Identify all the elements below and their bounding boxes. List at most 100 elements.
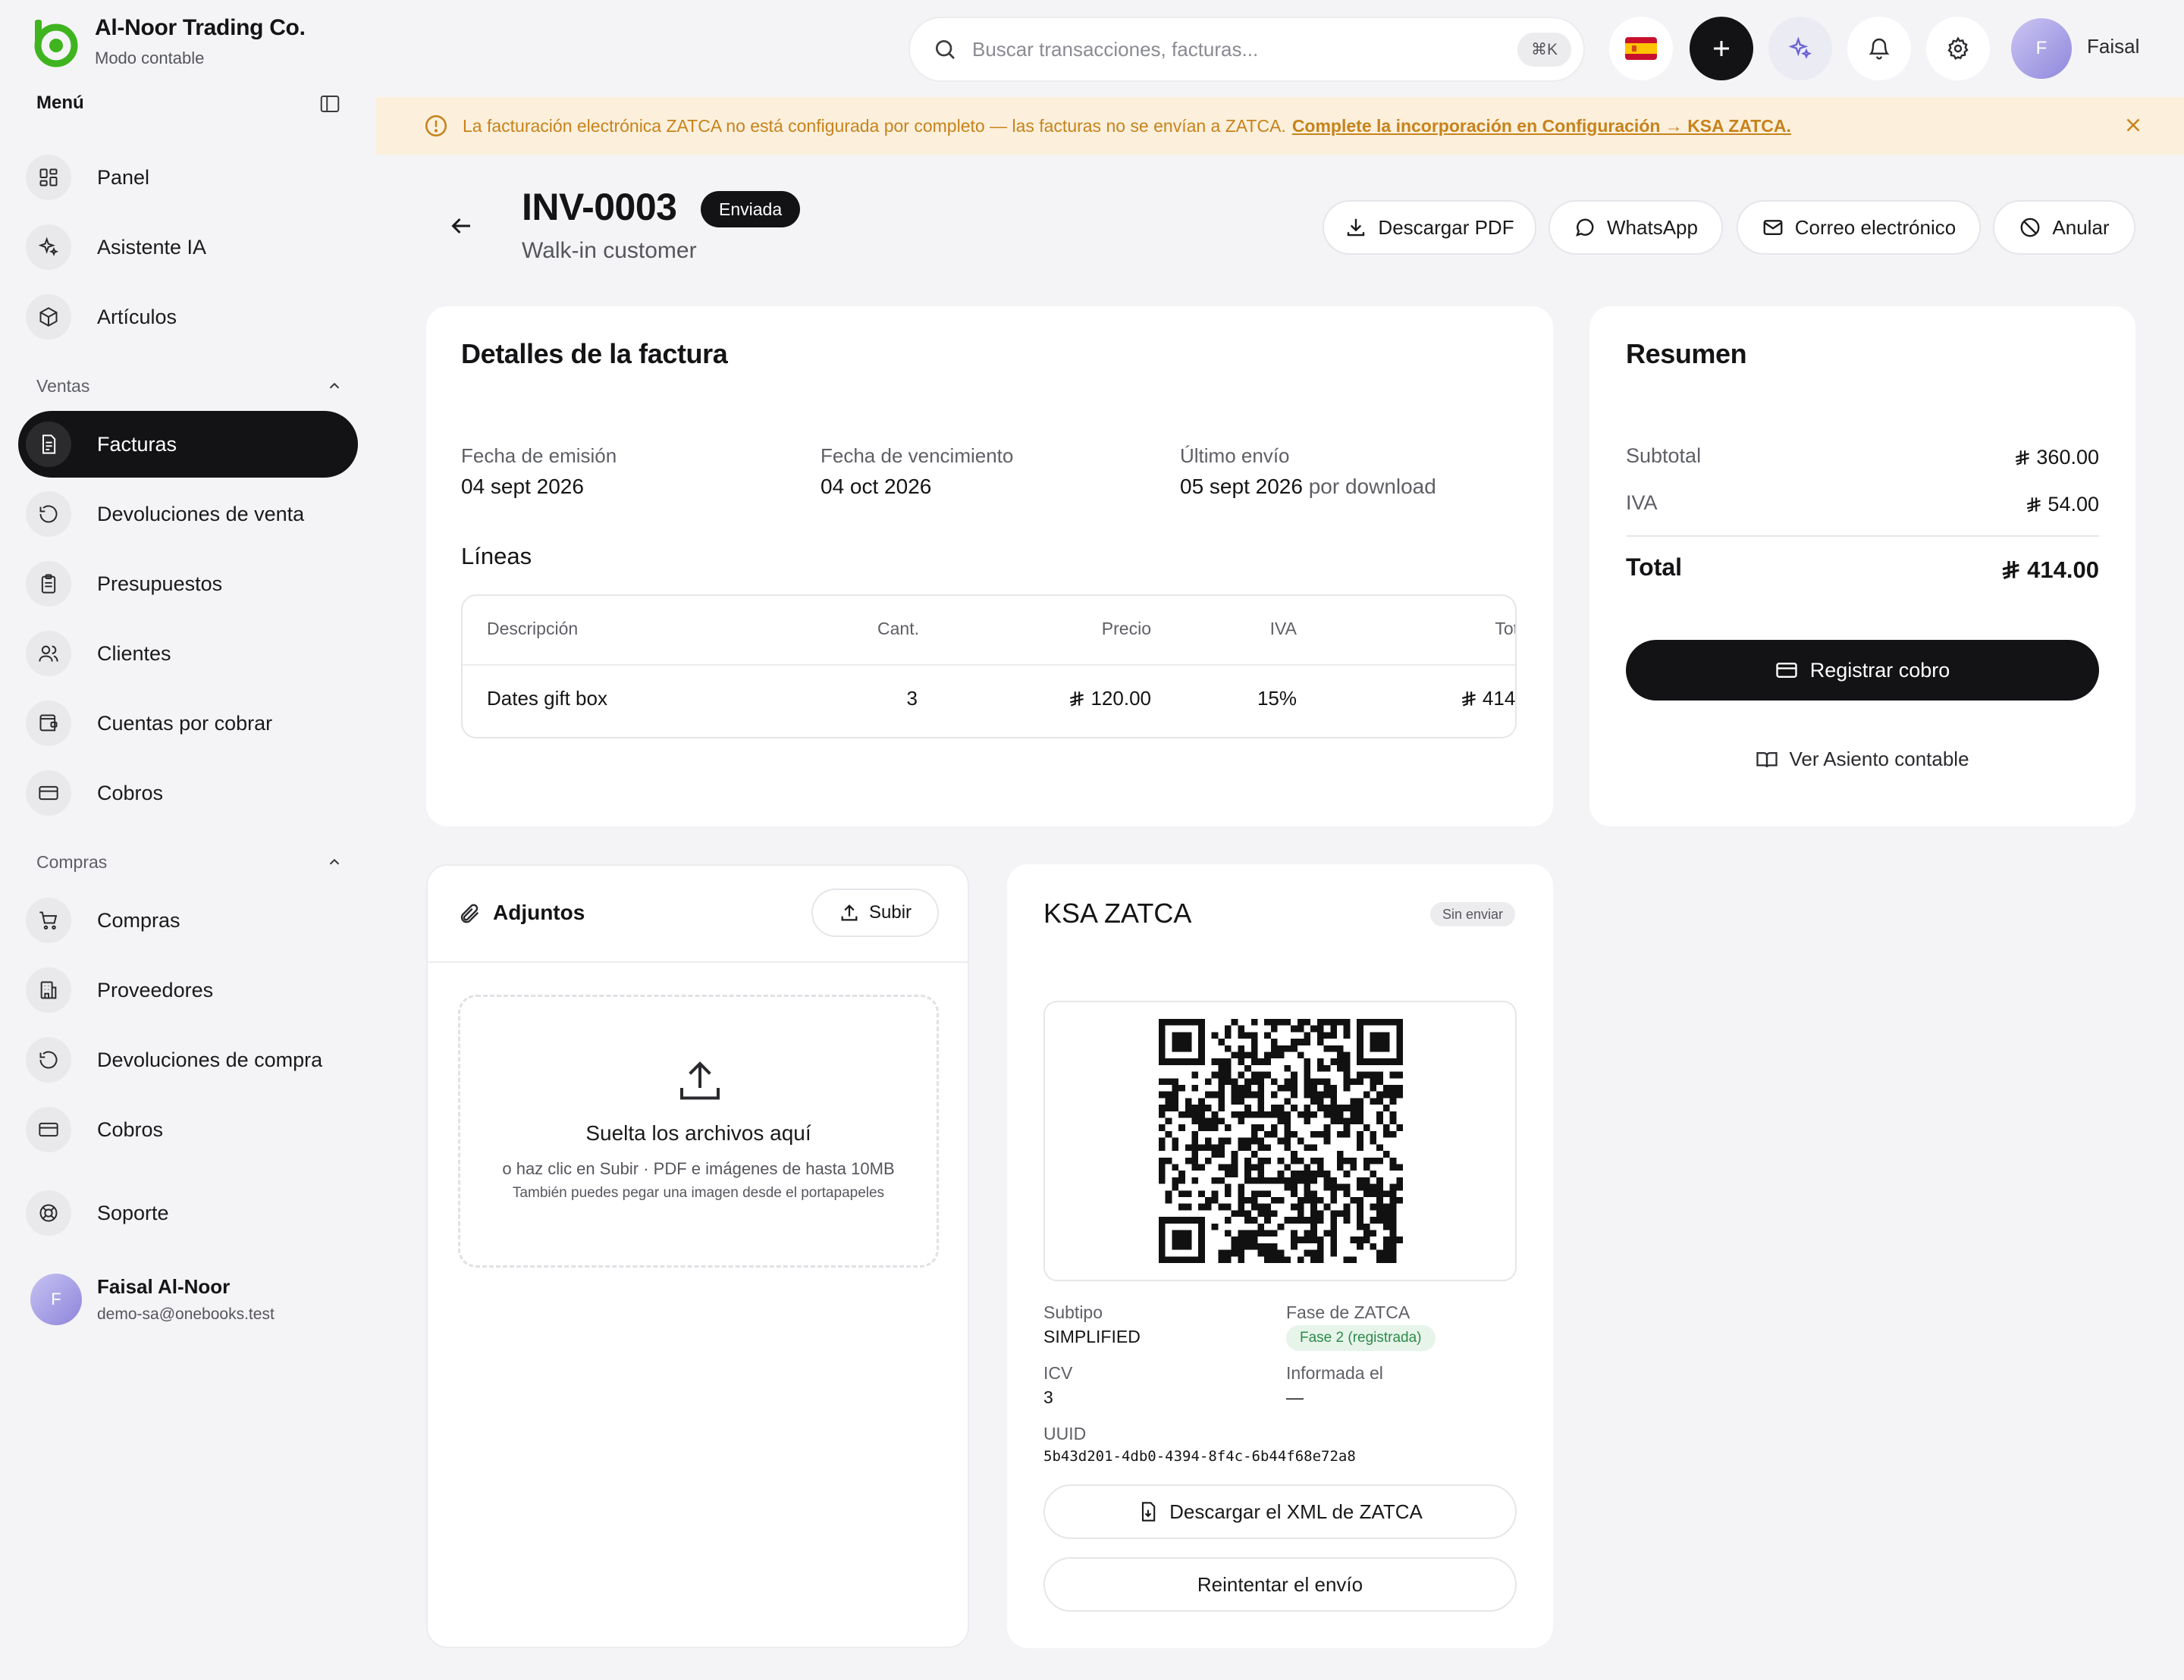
riyal-icon [2016, 450, 2030, 465]
sidebar-item-receivables[interactable]: Cuentas por cobrar [18, 690, 358, 757]
total-label: Total [1626, 553, 1683, 581]
download-xml-label: Descargar el XML de ZATCA [1169, 1500, 1423, 1523]
row-total-value: 414.0 [1482, 687, 1516, 710]
sidebar-item-sales-returns[interactable]: Devoluciones de venta [18, 481, 358, 547]
sidebar-item-customers[interactable]: Clientes [18, 620, 358, 687]
user-name: Faisal Al-Noor [97, 1275, 231, 1298]
icv-value: 3 [1043, 1387, 1053, 1407]
upload-icon [676, 1058, 724, 1106]
sidebar-item-purchase-returns[interactable]: Devoluciones de compra [18, 1026, 358, 1093]
subtype-value: SIMPLIFIED [1043, 1327, 1141, 1346]
journal-entry-link[interactable]: Ver Asiento contable [1626, 748, 2099, 771]
close-icon[interactable] [2122, 114, 2145, 136]
due-date-value: 04 oct 2026 [821, 475, 932, 498]
wallet-icon [26, 701, 71, 746]
row-vat: 15% [1257, 687, 1297, 710]
create-new-button[interactable] [1690, 17, 1753, 80]
sidebar-item-items[interactable]: Artículos [18, 284, 358, 350]
sidebar-item-label: Panel [97, 165, 150, 189]
reported-label: Informada el [1286, 1363, 1383, 1383]
topbar-avatar[interactable]: F [2011, 18, 2072, 79]
user-avatar[interactable]: F [30, 1274, 82, 1325]
upload-icon [841, 904, 858, 921]
void-button[interactable]: Anular [1993, 200, 2135, 255]
retry-submission-button[interactable]: Reintentar el envío [1043, 1557, 1517, 1612]
sidebar-item-suppliers[interactable]: Proveedores [18, 957, 358, 1023]
sidebar-collapse-icon[interactable] [318, 92, 341, 115]
search-placeholder: Buscar transacciones, facturas... [972, 37, 1259, 61]
record-payment-button[interactable]: Registrar cobro [1626, 640, 2099, 701]
retry-label: Reintentar el envío [1197, 1572, 1363, 1596]
uuid-label: UUID [1043, 1424, 1087, 1443]
last-sent-value: 05 sept 2026 por download [1180, 475, 1436, 499]
column-header-total: Tot [1495, 619, 1517, 638]
vat-label: IVA [1626, 491, 1658, 514]
row-price-value: 120.00 [1090, 687, 1151, 710]
download-xml-button[interactable]: Descargar el XML de ZATCA [1043, 1484, 1517, 1539]
undo-icon [26, 491, 71, 537]
zatca-warning-banner: La facturación electrónica ZATCA no está… [376, 97, 2184, 155]
last-sent-by: por download [1308, 475, 1436, 498]
language-flag-button[interactable] [1609, 17, 1673, 80]
upload-label: Subir [868, 902, 912, 923]
sidebar-item-collections[interactable]: Cobros [18, 760, 358, 826]
email-button[interactable]: Correo electrónico [1737, 200, 1981, 255]
qr-code-frame [1043, 1001, 1517, 1281]
purchases-section-label[interactable]: Compras [36, 852, 107, 873]
sidebar-item-support[interactable]: Soporte [18, 1180, 358, 1246]
row-qty: 3 [906, 687, 918, 710]
vat-amount: 54.00 [2048, 493, 2099, 516]
mail-icon [1763, 220, 1783, 235]
uuid-value: 5b43d201-4db0-4394-8f4c-6b44f68e72a8 [1043, 1448, 1356, 1465]
sidebar-item-invoices[interactable]: Facturas [18, 411, 358, 478]
sidebar-item-purchases[interactable]: Compras [18, 887, 358, 954]
sidebar-item-label: Cobros [97, 1117, 164, 1141]
search-input[interactable]: Buscar transacciones, facturas... ⌘K [908, 17, 1585, 82]
last-sent-label: Último envío [1180, 444, 1290, 467]
card-icon [26, 770, 71, 816]
due-date-label: Fecha de vencimiento [821, 444, 1014, 467]
whatsapp-label: WhatsApp [1607, 215, 1698, 239]
notifications-button[interactable] [1847, 17, 1911, 80]
brand-logo-icon[interactable] [29, 17, 80, 68]
sidebar-item-label: Presupuestos [97, 572, 223, 595]
summary-title: Resumen [1626, 338, 1747, 369]
whatsapp-button[interactable]: WhatsApp [1549, 200, 1723, 255]
sidebar-item-label: Clientes [97, 641, 171, 665]
upload-button[interactable]: Subir [811, 889, 939, 937]
customer-name[interactable]: Walk-in customer [522, 238, 697, 264]
banner-text: La facturación electrónica ZATCA no está… [463, 115, 1286, 136]
undo-icon [26, 1037, 71, 1083]
sidebar-item-payments[interactable]: Cobros [18, 1096, 358, 1163]
back-arrow-icon[interactable] [447, 212, 475, 240]
zatca-status-badge: Sin enviar [1430, 902, 1516, 926]
chevron-up-icon[interactable] [326, 378, 343, 394]
reported-value: — [1286, 1387, 1304, 1407]
ai-assistant-button[interactable] [1768, 17, 1832, 80]
sales-section-label[interactable]: Ventas [36, 376, 89, 396]
cart-icon [26, 898, 71, 943]
download-pdf-button[interactable]: Descargar PDF [1323, 200, 1536, 255]
banner-onboarding-link[interactable]: Complete la incorporación en Configuraci… [1292, 116, 1791, 136]
phase-badge: Fase 2 (registrada) [1286, 1325, 1436, 1351]
file-download-icon [1142, 1502, 1156, 1522]
topbar-user-name[interactable]: Faisal [2087, 35, 2139, 58]
sidebar-item-label: Compras [97, 908, 180, 932]
sidebar-item-label: Artículos [97, 305, 177, 328]
menu-title: Menú [36, 92, 84, 113]
attachments-divider [426, 961, 969, 963]
file-dropzone[interactable]: Suelta los archivos aquí o haz clic en S… [458, 995, 939, 1268]
row-price: 120.00 [1068, 687, 1151, 710]
column-header-vat: IVA [1269, 619, 1297, 638]
sidebar-item-label: Proveedores [97, 978, 214, 1001]
sidebar-item-label: Devoluciones de venta [97, 502, 305, 525]
attachments-title: Adjuntos [493, 901, 585, 924]
settings-button[interactable] [1926, 17, 1990, 80]
sidebar-item-panel[interactable]: Panel [18, 144, 358, 211]
sidebar-item-quotes[interactable]: Presupuestos [18, 550, 358, 617]
chevron-up-icon[interactable] [326, 854, 343, 870]
sidebar-item-ai-assistant[interactable]: Asistente IA [18, 214, 358, 281]
last-sent-date: 05 sept 2026 [1180, 475, 1303, 498]
gear-icon [1947, 36, 1969, 60]
book-open-icon [1756, 751, 1778, 767]
